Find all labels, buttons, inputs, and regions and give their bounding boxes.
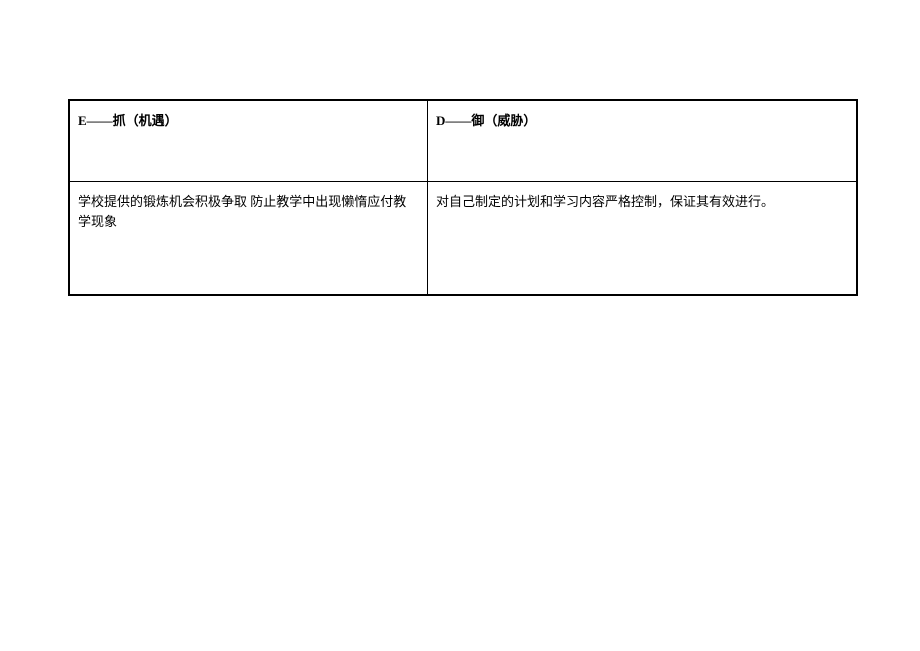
swot-table: E——抓（机遇） D——御（威胁） 学校提供的锻炼机会积极争取 防止教学中出现懒… bbox=[68, 99, 858, 296]
header-cell-e: E——抓（机遇） bbox=[70, 101, 428, 181]
table-header-row: E——抓（机遇） D——御（威胁） bbox=[70, 99, 856, 181]
header-text-d: D——御（威胁） bbox=[436, 113, 536, 128]
content-text-e: 学校提供的锻炼机会积极争取 防止教学中出现懒惰应付教学现象 bbox=[78, 194, 406, 229]
table-content-row: 学校提供的锻炼机会积极争取 防止教学中出现懒惰应付教学现象 对自己制定的计划和学… bbox=[70, 181, 856, 294]
content-text-d: 对自己制定的计划和学习内容严格控制，保证其有效进行。 bbox=[436, 194, 774, 209]
content-cell-d: 对自己制定的计划和学习内容严格控制，保证其有效进行。 bbox=[428, 182, 856, 294]
content-cell-e: 学校提供的锻炼机会积极争取 防止教学中出现懒惰应付教学现象 bbox=[70, 182, 428, 294]
header-text-e: E——抓（机遇） bbox=[78, 113, 178, 128]
header-cell-d: D——御（威胁） bbox=[428, 101, 856, 181]
